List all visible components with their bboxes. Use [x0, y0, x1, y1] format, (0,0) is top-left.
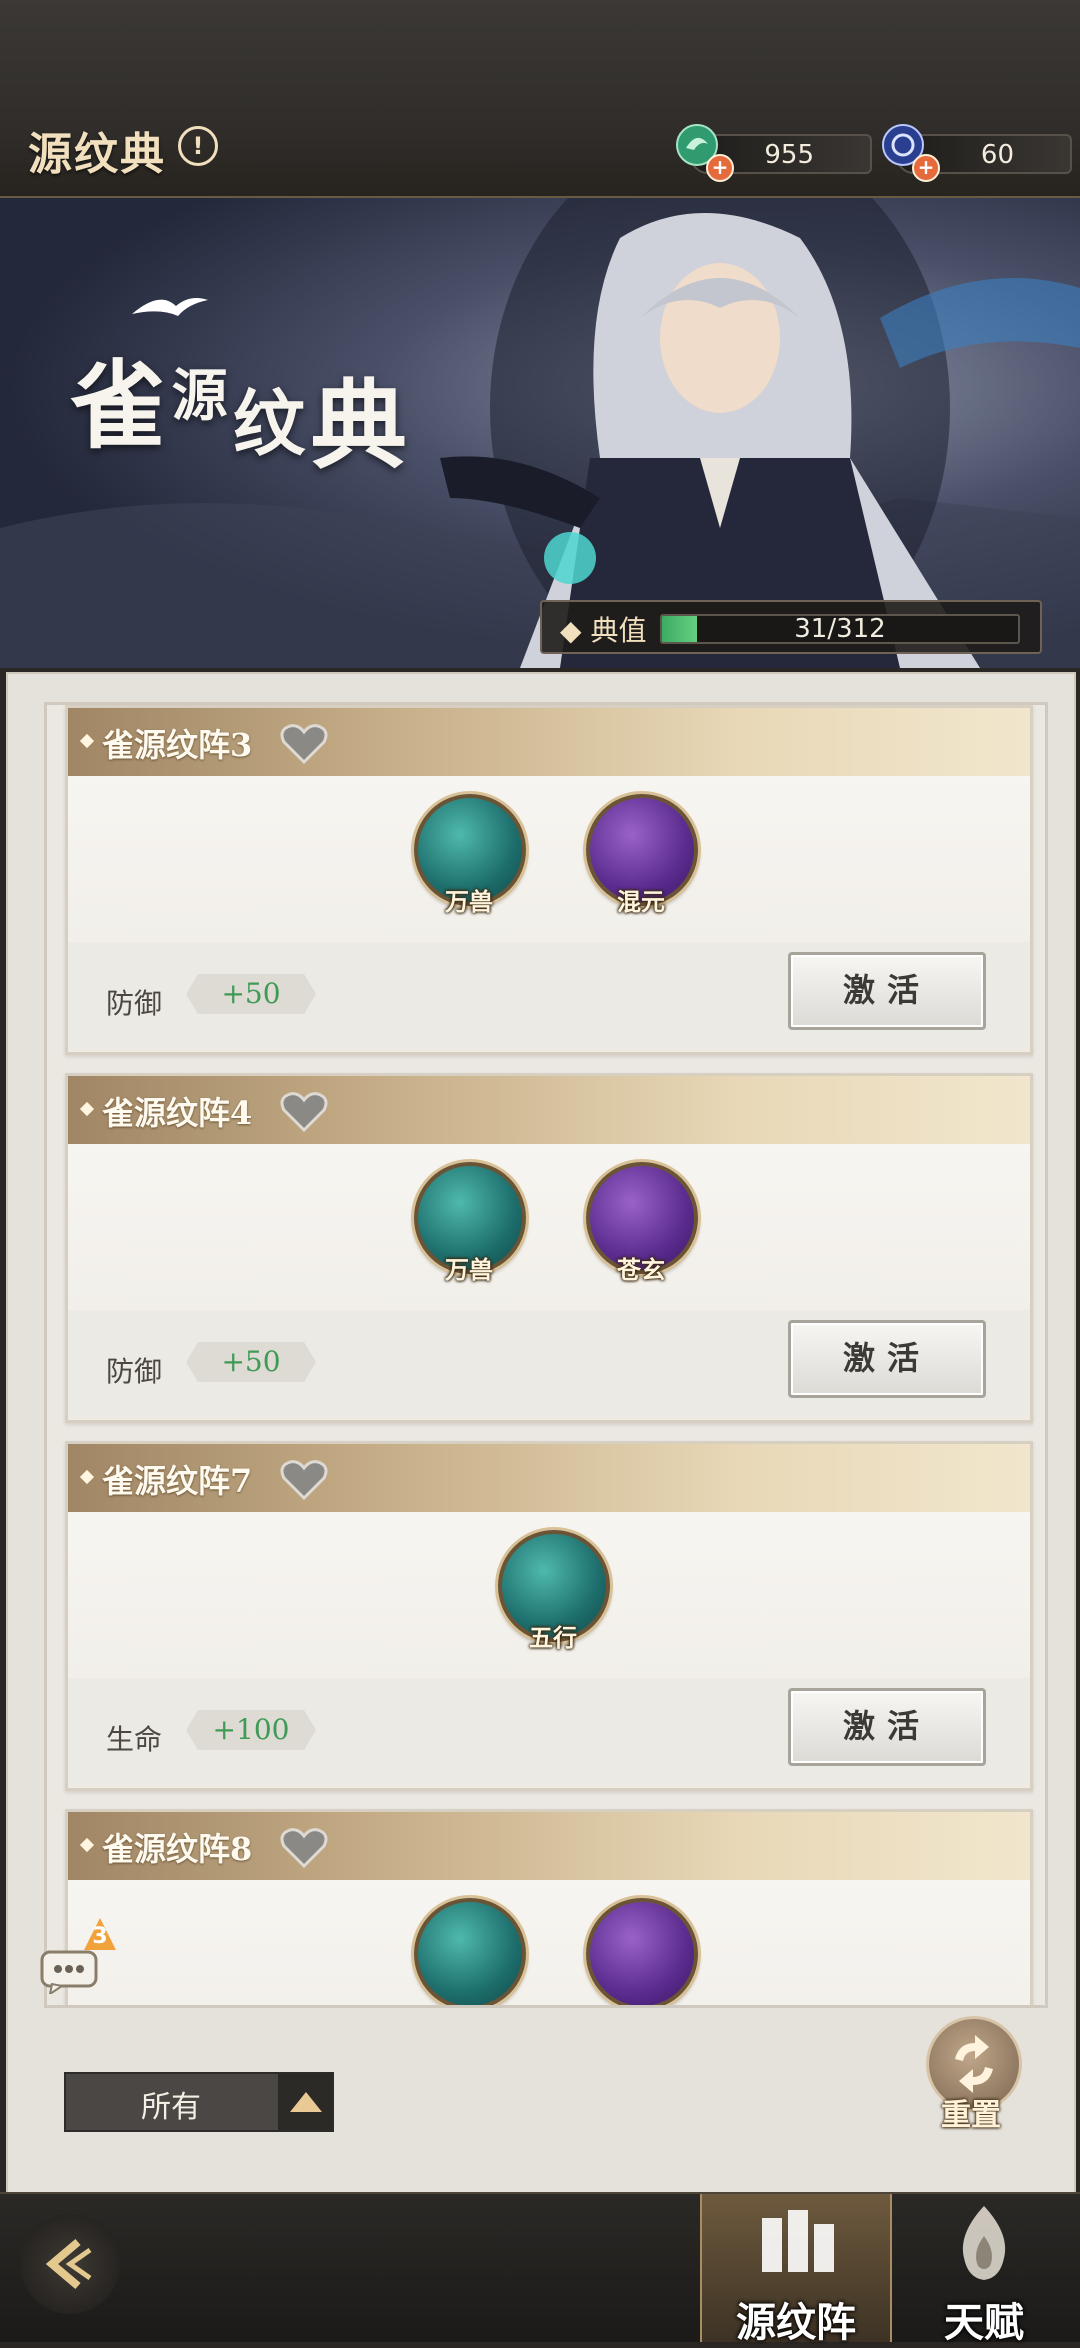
beast-medal[interactable]: 五行 [498, 1530, 610, 1652]
stat-label: 生命 [106, 1723, 163, 1756]
stat-value: +50 [186, 974, 316, 1014]
beast-medal[interactable]: 万兽 [414, 1162, 526, 1284]
stat-row: 生命 +100 激活 [68, 1678, 1030, 1784]
chat-badge-count: 3 [92, 1924, 108, 1949]
beast-medal[interactable] [586, 1898, 698, 2005]
tab-formation[interactable]: 源纹阵 [700, 2194, 892, 2346]
top-bar: 源纹典 ! + 955 + 60 [0, 0, 1080, 198]
formation-card: 雀源纹阵7 五行 生命 +100 激活 [65, 1441, 1033, 1791]
card-title: 雀源纹阵8 [102, 1830, 253, 1868]
bottom-nav: 源纹阵 天赋 [0, 2192, 1080, 2346]
add-jade-button[interactable]: + [706, 154, 734, 182]
activate-button[interactable]: 激活 [788, 952, 986, 1030]
progress-label: ◆ 典值 [560, 614, 647, 647]
heart-icon[interactable] [280, 1090, 328, 1132]
formation-icon [762, 2210, 834, 2272]
beast-medal[interactable]: 苍玄 [586, 1162, 698, 1284]
currency-coin[interactable]: + 60 [882, 124, 1072, 182]
stat-label: 防御 [106, 987, 163, 1020]
beast-name: 万兽 [445, 887, 493, 916]
back-arrow-icon [45, 2238, 92, 2290]
chat-badge: 3 [82, 1916, 118, 1952]
filter-dropdown[interactable]: 所有 [64, 2072, 334, 2132]
currency-jade-value: 955 [764, 140, 814, 170]
formation-card: 雀源纹阵4 万兽 苍玄 防御 +50 激活 [65, 1073, 1033, 1423]
currency-coin-value: 60 [980, 140, 1014, 170]
tab-talent[interactable]: 天赋 [890, 2194, 1078, 2346]
beast-name: 五行 [529, 1623, 577, 1652]
stat-value: +100 [186, 1710, 316, 1750]
heart-icon[interactable] [280, 1826, 328, 1868]
back-button[interactable] [20, 2214, 120, 2314]
banner-title-char: 典 [310, 369, 407, 482]
formation-list[interactable]: 雀源纹阵3 万兽 混元 防御 +50 激活 雀源纹阵4 万兽 苍玄 防御 +50… [44, 702, 1048, 2008]
beast-name: 混元 [617, 887, 665, 916]
card-body: 万兽 混元 防御 +50 激活 [68, 776, 1030, 1052]
formation-card: 雀源纹阵3 万兽 混元 防御 +50 激活 [65, 705, 1033, 1055]
currency-jade[interactable]: + 955 [676, 124, 872, 182]
spiral-emblem-icon [414, 1898, 526, 2005]
triangle-up-icon[interactable] [278, 2074, 332, 2130]
beast-name: 万兽 [445, 1255, 493, 1284]
tab-label: 天赋 [944, 2299, 1024, 2346]
info-icon[interactable]: ! [178, 126, 218, 166]
card-body [68, 1880, 1030, 2005]
diamond-icon [79, 733, 95, 749]
mountain-emblem-icon [586, 1898, 698, 2005]
filter-label: 所有 [141, 2090, 201, 2125]
tab-label: 源纹阵 [736, 2299, 856, 2346]
diamond-icon [79, 1101, 95, 1117]
codex-value-progress: ◆ 典值 31/312 [540, 600, 1042, 654]
progress-text: 31/312 [794, 614, 886, 644]
reset-button[interactable]: 重置 [916, 2016, 1026, 2146]
chat-button[interactable]: 3 [40, 1918, 116, 1997]
banner-title-char: 雀 [70, 349, 166, 462]
card-body: 五行 生命 +100 激活 [68, 1512, 1030, 1788]
beast-medal[interactable] [414, 1898, 526, 2005]
stat-label: 防御 [106, 1355, 163, 1388]
stat-row: 防御 +50 激活 [68, 942, 1030, 1048]
beast-name: 苍玄 [617, 1255, 665, 1284]
hero-banner: 雀 源 纹 典 [0, 198, 1080, 668]
card-body: 万兽 苍玄 防御 +50 激活 [68, 1144, 1030, 1420]
stat-value: +50 [186, 1342, 316, 1382]
formation-card: 雀源纹阵8 [65, 1809, 1033, 2005]
heart-icon[interactable] [280, 1458, 328, 1500]
card-title: 雀源纹阵3 [102, 726, 253, 764]
diamond-icon [79, 1469, 95, 1485]
codex-panel: 雀源纹阵3 万兽 混元 防御 +50 激活 雀源纹阵4 万兽 苍玄 防御 +50… [6, 672, 1076, 2194]
progress-bar: 31/312 [660, 614, 1020, 644]
add-coin-button[interactable]: + [912, 154, 940, 182]
card-header: 雀源纹阵7 [68, 1444, 1030, 1512]
reset-label: 重置 [941, 2098, 1001, 2133]
banner-title-char: 源 [171, 363, 228, 429]
card-title: 雀源纹阵4 [102, 1094, 253, 1132]
flame-icon [962, 2206, 1006, 2280]
beast-medal[interactable]: 混元 [586, 794, 698, 916]
stat-row: 防御 +50 激活 [68, 1310, 1030, 1416]
card-header: 雀源纹阵8 [68, 1812, 1030, 1880]
heart-icon[interactable] [280, 722, 328, 764]
activate-button[interactable]: 激活 [788, 1320, 986, 1398]
diamond-icon [79, 1837, 95, 1853]
banner-title-char: 纹 [233, 381, 306, 466]
activate-button[interactable]: 激活 [788, 1688, 986, 1766]
card-title: 雀源纹阵7 [102, 1462, 253, 1500]
card-header: 雀源纹阵3 [68, 708, 1030, 776]
card-header: 雀源纹阵4 [68, 1076, 1030, 1144]
crane-icon [132, 298, 208, 316]
page-title: 源纹典 [28, 129, 166, 180]
banner-title: 雀 源 纹 典 [70, 328, 407, 487]
beast-medal[interactable]: 万兽 [414, 794, 526, 916]
